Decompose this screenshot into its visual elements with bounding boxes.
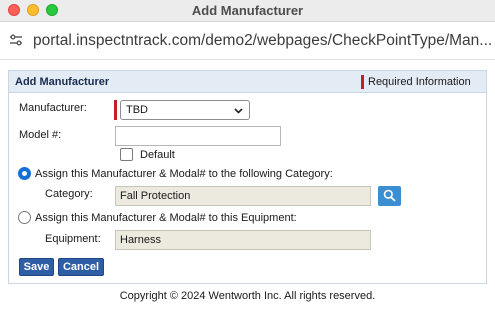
default-checkbox[interactable] [120, 148, 133, 161]
equipment-label: Equipment: [45, 233, 101, 245]
category-search-button[interactable] [378, 186, 401, 206]
assign-equipment-label: Assign this Manufacturer & Modal# to thi… [35, 212, 297, 224]
cancel-button[interactable]: Cancel [58, 258, 104, 276]
required-information-label: Required Information [368, 76, 471, 88]
panel-header: Add Manufacturer Required Information [9, 71, 486, 93]
address-bar[interactable]: portal.inspectntrack.com/demo2/webpages/… [0, 22, 495, 60]
assign-equipment-radio[interactable] [18, 211, 31, 224]
window-title: Add Manufacturer [191, 3, 304, 18]
manufacturer-select-wrap: TBD [114, 100, 254, 120]
model-label: Model #: [19, 129, 62, 141]
manufacturer-label: Manufacturer: [19, 102, 87, 114]
default-label: Default [140, 149, 175, 161]
model-input[interactable] [115, 126, 281, 146]
assign-category-radio[interactable] [18, 167, 31, 180]
assign-category-label: Assign this Manufacturer & Modal# to the… [35, 168, 333, 180]
required-marker [114, 100, 117, 120]
add-manufacturer-panel: Add Manufacturer Required Information Ma… [8, 70, 487, 284]
panel-title: Add Manufacturer [15, 76, 110, 88]
site-settings-icon[interactable] [9, 33, 23, 47]
footer-copyright: Copyright © 2024 Wentworth Inc. All righ… [119, 290, 376, 302]
manufacturer-select[interactable]: TBD [120, 100, 250, 120]
equipment-field: Harness [115, 230, 371, 250]
required-marker [361, 75, 364, 89]
category-field: Fall Protection [115, 186, 371, 206]
search-icon [383, 189, 396, 202]
save-button[interactable]: Save [19, 258, 54, 276]
url-text[interactable]: portal.inspectntrack.com/demo2/webpages/… [33, 32, 491, 50]
manufacturer-select-value: TBD [126, 104, 148, 116]
window-titlebar: Add Manufacturer [0, 0, 495, 22]
category-label: Category: [45, 188, 93, 200]
chevron-down-icon [234, 106, 243, 115]
